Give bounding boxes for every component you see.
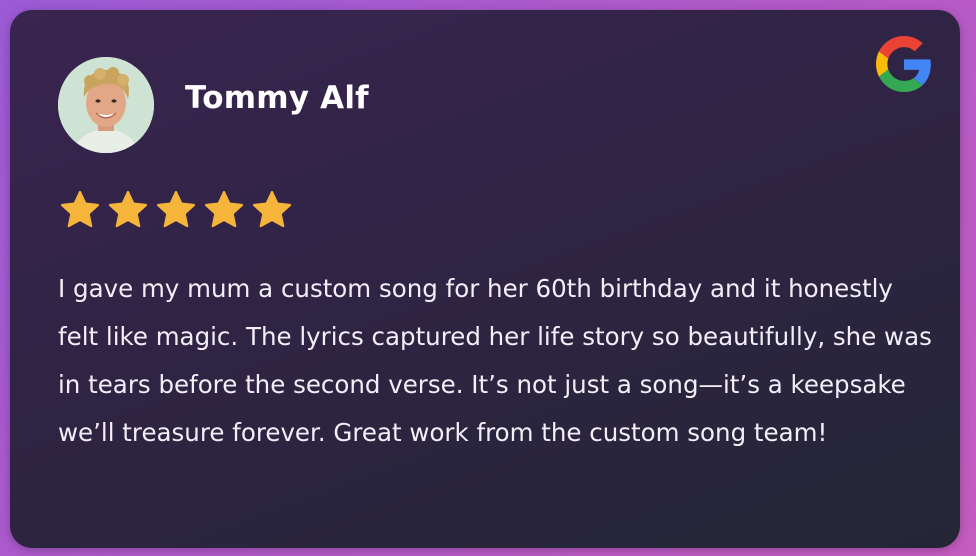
- author-name: Tommy Alf: [185, 80, 369, 116]
- star-rating: [58, 188, 294, 232]
- star-icon: [156, 190, 196, 228]
- star-icon: [252, 190, 292, 228]
- avatar-image: [58, 57, 154, 153]
- star-icon: [204, 190, 244, 228]
- star-icon: [60, 190, 100, 228]
- review-text: I gave my mum a custom song for her 60th…: [58, 274, 932, 447]
- review-card: Tommy Alf I gave my mum a custom song fo…: [10, 10, 960, 548]
- google-icon: [876, 36, 932, 92]
- star-icon: [108, 190, 148, 228]
- avatar: [58, 57, 154, 153]
